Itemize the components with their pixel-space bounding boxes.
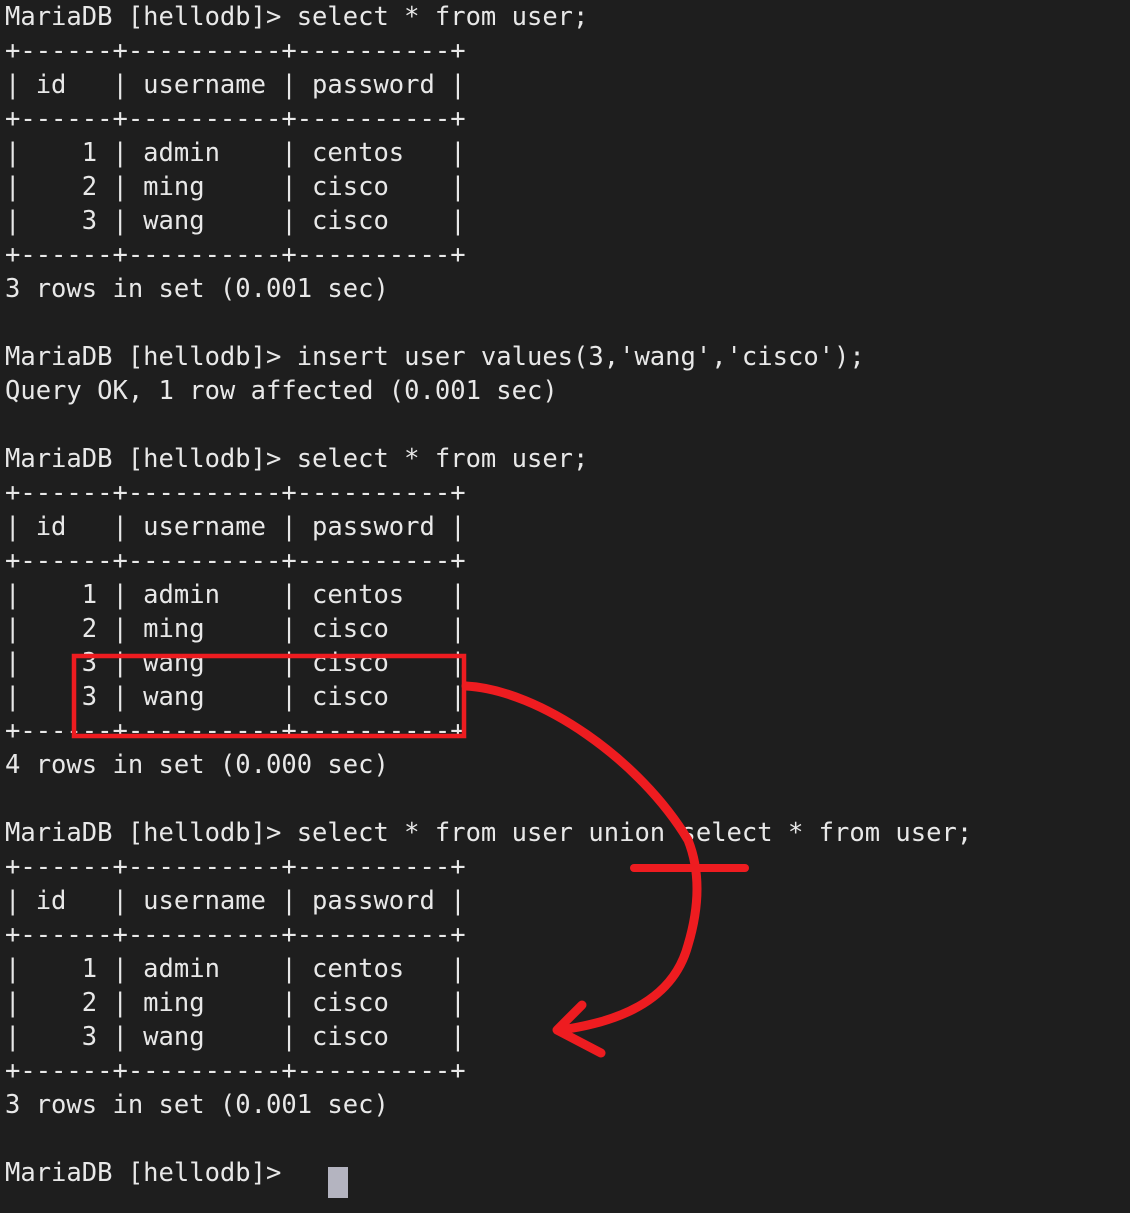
terminal-window: MariaDB [hellodb]> select * from user; +… <box>0 0 1130 1213</box>
terminal-output: MariaDB [hellodb]> select * from user; +… <box>5 2 973 1188</box>
terminal-cursor <box>328 1167 348 1198</box>
